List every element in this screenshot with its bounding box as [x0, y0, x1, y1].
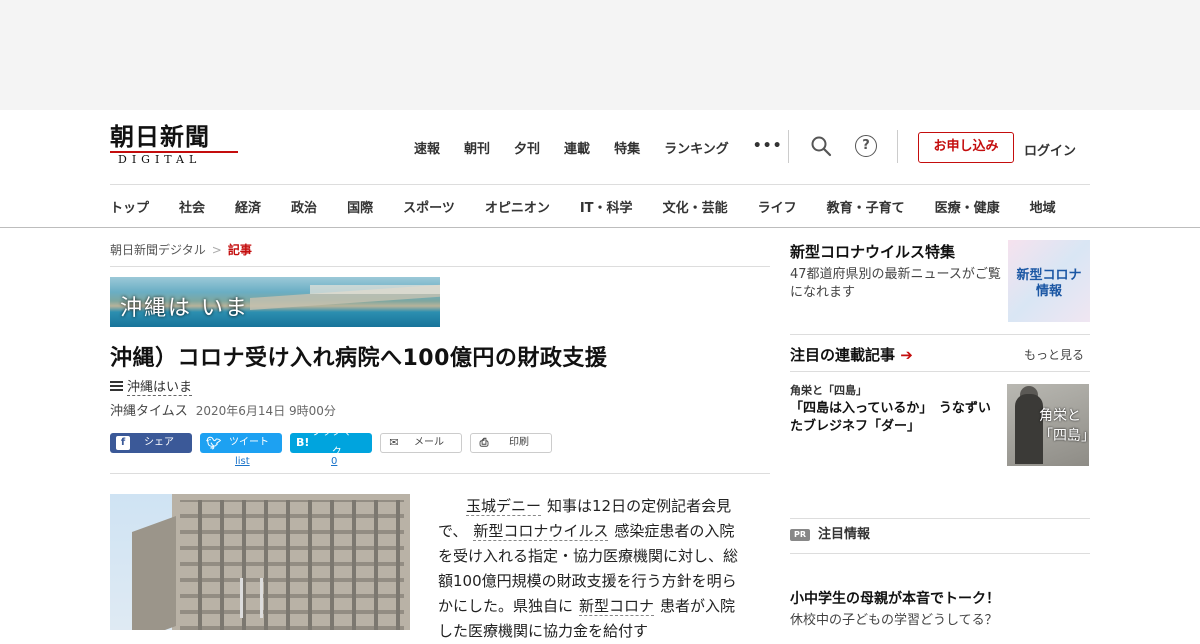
- site-header: 朝日新聞 DIGITAL 速報 朝刊 夕刊 連載 特集 ランキング ••• ? …: [0, 110, 1200, 228]
- nav-divider: [788, 130, 789, 163]
- logo-main-text: 朝日新聞: [110, 122, 210, 151]
- search-icon[interactable]: [810, 135, 832, 157]
- more-link[interactable]: もっと見る: [1024, 346, 1084, 363]
- hatena-count[interactable]: 0: [331, 456, 337, 467]
- banner-title: 沖縄は いま: [120, 296, 249, 321]
- cat-sports[interactable]: スポーツ: [403, 197, 455, 216]
- cat-politics[interactable]: 政治: [291, 197, 317, 216]
- nav-divider: [897, 130, 898, 163]
- topnav-item-yukan[interactable]: 夕刊: [514, 138, 540, 157]
- hatena-icon: B!: [296, 436, 310, 449]
- hatena-bookmark-label: ブックマーク: [311, 427, 362, 458]
- mail-icon: ✉: [389, 436, 399, 449]
- more-menu-icon[interactable]: •••: [753, 138, 783, 157]
- divider: [110, 266, 770, 267]
- article-source: 沖縄タイムス: [110, 404, 188, 419]
- print-icon: ⎙: [479, 436, 489, 449]
- breadcrumb-separator: >: [211, 243, 222, 257]
- breadcrumb: 朝日新聞デジタル > 記事: [110, 241, 252, 258]
- series-item-title[interactable]: 「四島は入っているか」 うなずいたブレジネフ「ダー」: [790, 400, 1002, 436]
- featured-series-heading: 注目の連載記事 ➔: [790, 344, 913, 365]
- photo-flagpole: [260, 578, 263, 618]
- topnav-item-ranking[interactable]: ランキング: [664, 138, 729, 157]
- ad-banner-area: [0, 0, 1200, 110]
- featured-series-title: 注目の連載記事: [790, 346, 896, 364]
- article-date: 2020年6月14日 9時00分: [195, 404, 336, 418]
- arrow-right-icon: ➔: [900, 346, 913, 364]
- twitter-share-button[interactable]: 🐦︎ ツイート: [200, 433, 282, 453]
- article-headline: 沖縄）コロナ受け入れ病院へ100億円の財政支援: [110, 346, 608, 371]
- cat-health[interactable]: 医療・健康: [935, 197, 1000, 216]
- login-link[interactable]: ログイン: [1024, 140, 1076, 159]
- topnav-item-choukan[interactable]: 朝刊: [464, 138, 490, 157]
- corona-thumb-line2: 情報: [1035, 284, 1062, 299]
- cat-economy[interactable]: 経済: [235, 197, 261, 216]
- series-link-label: 沖縄はいま: [127, 376, 193, 396]
- topnav-item-rensai[interactable]: 連載: [564, 138, 590, 157]
- twitter-icon: 🐦︎: [206, 436, 222, 450]
- byline: 沖縄タイムス 2020年6月14日 9時00分: [110, 400, 336, 419]
- divider: [790, 334, 1090, 335]
- cat-culture[interactable]: 文化・芸能: [663, 197, 728, 216]
- breadcrumb-home[interactable]: 朝日新聞デジタル: [110, 243, 206, 257]
- cat-international[interactable]: 国際: [347, 197, 373, 216]
- cat-education[interactable]: 教育・子育て: [827, 197, 905, 216]
- print-label: 印刷: [509, 437, 529, 448]
- divider: [790, 518, 1090, 519]
- mail-share-button[interactable]: ✉ メール: [380, 433, 462, 453]
- photo-flagpole: [240, 578, 243, 618]
- cat-region[interactable]: 地域: [1030, 197, 1056, 216]
- list-icon: [110, 381, 123, 391]
- subscribe-button[interactable]: お申し込み: [918, 132, 1014, 163]
- series-link[interactable]: 沖縄はいま: [110, 376, 193, 396]
- article-photo[interactable]: [110, 494, 410, 630]
- print-button[interactable]: ⎙ 印刷: [470, 433, 552, 453]
- pr-item-title[interactable]: 小中学生の母親が本音でトーク！: [790, 590, 1000, 608]
- corona-feature-desc: 47都道府県別の最新ニュースがご覧になれます: [790, 267, 1001, 300]
- corona-thumb-line1: 新型コロナ: [1016, 268, 1082, 283]
- facebook-share-label: シェア: [144, 437, 174, 448]
- series-item-thumbnail[interactable]: 角栄と「四島」: [1007, 384, 1089, 466]
- topnav-item-tokushu[interactable]: 特集: [614, 138, 640, 157]
- corona-feature-thumbnail[interactable]: 新型コロナ 情報: [1008, 240, 1090, 322]
- keyword-link[interactable]: 新型コロナウイルス: [473, 522, 609, 541]
- twitter-share-label: ツイート: [229, 437, 269, 448]
- header-divider: [110, 184, 1090, 185]
- cat-opinion[interactable]: オピニオン: [485, 197, 550, 216]
- cat-top[interactable]: トップ: [110, 197, 149, 216]
- corona-feature-title[interactable]: 新型コロナウイルス特集: [790, 241, 955, 262]
- help-icon[interactable]: ?: [855, 135, 877, 157]
- series-item-kicker: 角栄と「四島」: [790, 384, 867, 397]
- cat-it-science[interactable]: IT・科学: [580, 197, 633, 216]
- cat-life[interactable]: ライフ: [758, 197, 797, 216]
- thumbnail-caption: 角栄と「四島」: [1039, 408, 1089, 444]
- breadcrumb-current: 記事: [227, 243, 252, 257]
- keyword-link[interactable]: 玉城デニー: [466, 497, 542, 516]
- series-banner[interactable]: 沖縄は いま: [110, 277, 440, 327]
- mail-share-label: メール: [414, 437, 444, 448]
- cat-society[interactable]: 社会: [179, 197, 205, 216]
- category-nav: トップ 社会 経済 政治 国際 スポーツ オピニオン IT・科学 文化・芸能 ラ…: [110, 197, 1200, 216]
- divider: [790, 371, 1090, 372]
- pr-badge: PR: [790, 529, 810, 541]
- article-body: 玉城デニー 知事は12日の定例記者会見で、 新型コロナウイルス 感染症患者の入院を受け…: [438, 494, 744, 644]
- divider: [110, 473, 770, 474]
- hatena-bookmark-button[interactable]: B! ブックマーク: [290, 427, 372, 458]
- photo-building: [132, 494, 410, 630]
- top-nav: 速報 朝刊 夕刊 連載 特集 ランキング •••: [414, 138, 807, 157]
- facebook-icon: f: [116, 436, 130, 450]
- pr-heading: 注目情報: [818, 527, 871, 542]
- logo-sub-text: DIGITAL: [110, 151, 238, 167]
- divider: [790, 553, 1090, 554]
- keyword-link[interactable]: 新型コロナ: [579, 597, 655, 616]
- asahi-logo[interactable]: 朝日新聞 DIGITAL: [110, 124, 242, 168]
- facebook-share-button[interactable]: f シェア: [110, 433, 192, 453]
- pr-item-desc: 休校中の子どもの学習どうしてる？: [790, 613, 998, 628]
- banner-town: [310, 285, 440, 294]
- topnav-item-sokuho[interactable]: 速報: [414, 138, 440, 157]
- twitter-count[interactable]: list: [235, 456, 250, 467]
